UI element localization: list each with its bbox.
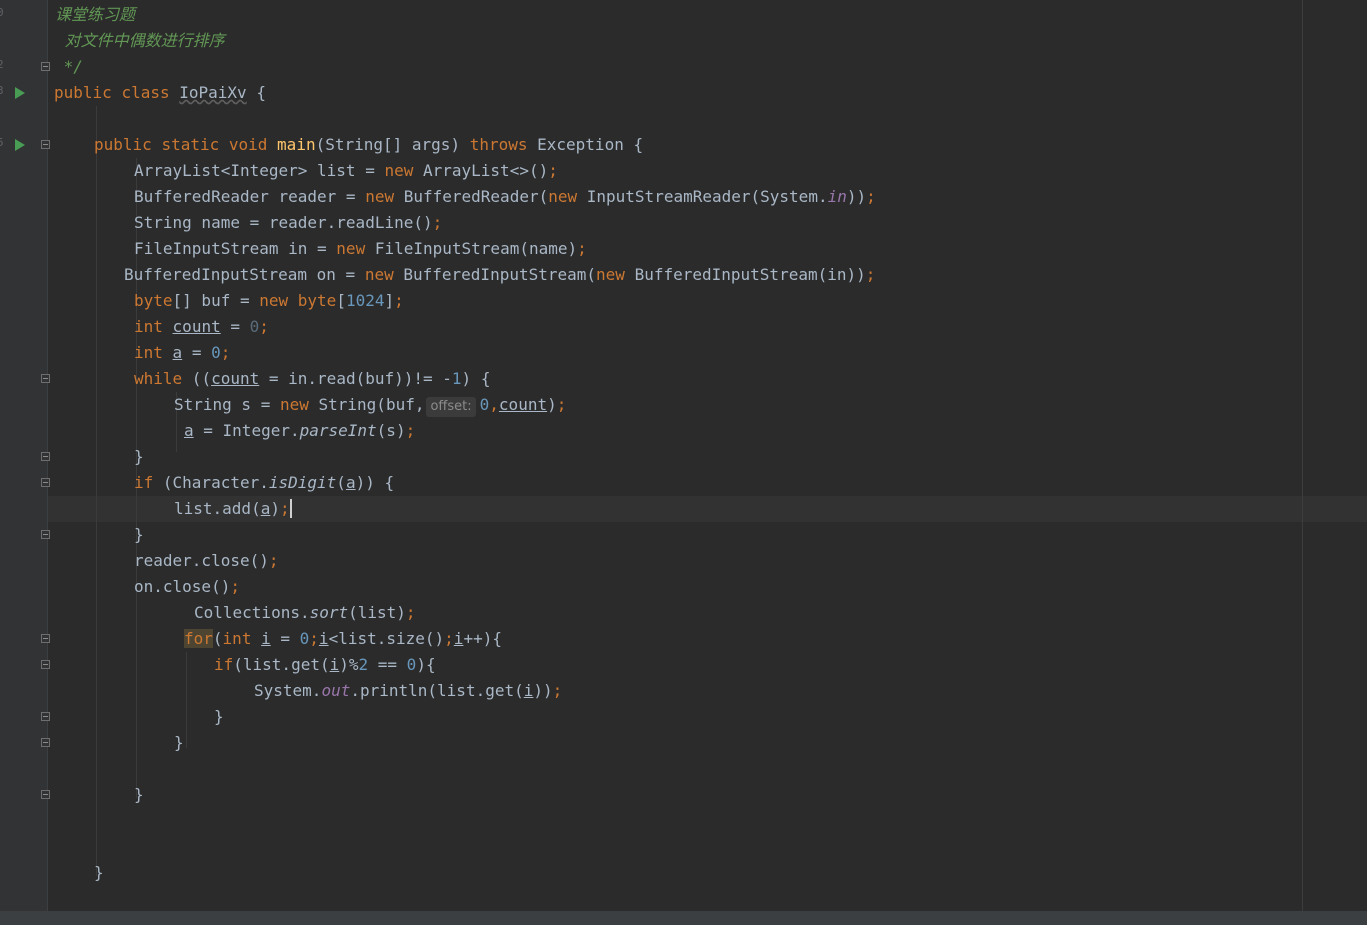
code-line: System.out.println(list.get(i));	[254, 681, 563, 700]
indent-guide	[96, 106, 97, 876]
code-line: on.close();	[134, 577, 240, 596]
code-editor[interactable]: 课堂练习题 对文件中偶数进行排序 */ public class IoPaiXv…	[48, 0, 1367, 911]
code-line: if(list.get(i)%2 == 0){	[214, 655, 436, 674]
code-line: BufferedInputStream on = new BufferedInp…	[124, 265, 876, 284]
line-number: 3	[0, 84, 4, 97]
code-line: }	[134, 447, 144, 466]
parameter-hint-offset: offset:	[426, 397, 476, 417]
code-line: */	[54, 57, 83, 76]
code-line: BufferedReader reader = new BufferedRead…	[134, 187, 876, 206]
code-line: public class IoPaiXv {	[54, 83, 266, 102]
horizontal-scrollbar[interactable]	[0, 911, 1367, 925]
code-line: String name = reader.readLine();	[134, 213, 443, 232]
code-line: while ((count = in.read(buf))!= -1) {	[134, 369, 491, 388]
code-line: byte[] buf = new byte[1024];	[134, 291, 404, 310]
code-line: a = Integer.parseInt(s);	[184, 421, 416, 440]
line-number: 0	[0, 6, 4, 19]
code-line: int count = 0;	[134, 317, 269, 336]
code-line: FileInputStream in = new FileInputStream…	[134, 239, 587, 258]
indent-guide	[186, 652, 187, 748]
run-main-icon[interactable]	[15, 139, 25, 151]
editor-gutter: 0 2 3 5	[0, 0, 50, 911]
code-line: public static void main(String[] args) t…	[94, 135, 644, 154]
run-class-icon[interactable]	[15, 87, 25, 99]
code-line: }	[214, 707, 224, 726]
line-number: 2	[0, 58, 4, 71]
code-line: String s = new String(buf, offset: 0,count…	[174, 392, 566, 418]
class-name: IoPaiXv	[179, 83, 247, 102]
code-line: }	[134, 525, 144, 544]
code-line: if (Character.isDigit(a)) {	[134, 473, 395, 492]
code-line: reader.close();	[134, 551, 279, 570]
code-line: ArrayList<Integer> list = new ArrayList<…	[134, 161, 558, 180]
line-number: 5	[0, 136, 4, 149]
code-line: 对文件中偶数进行排序	[55, 31, 225, 50]
code-line: }	[94, 863, 104, 882]
code-line: 课堂练习题	[55, 5, 136, 24]
code-line: Collections.sort(list);	[194, 603, 416, 622]
text-caret	[289, 499, 292, 518]
code-line: int a = 0;	[134, 343, 231, 362]
code-line: for(int i = 0;i<list.size();i++){	[184, 629, 502, 648]
code-line: }	[174, 733, 184, 752]
right-margin-guide	[1302, 0, 1303, 911]
code-line: }	[134, 785, 144, 804]
code-line-current: list.add(a);	[174, 499, 292, 518]
